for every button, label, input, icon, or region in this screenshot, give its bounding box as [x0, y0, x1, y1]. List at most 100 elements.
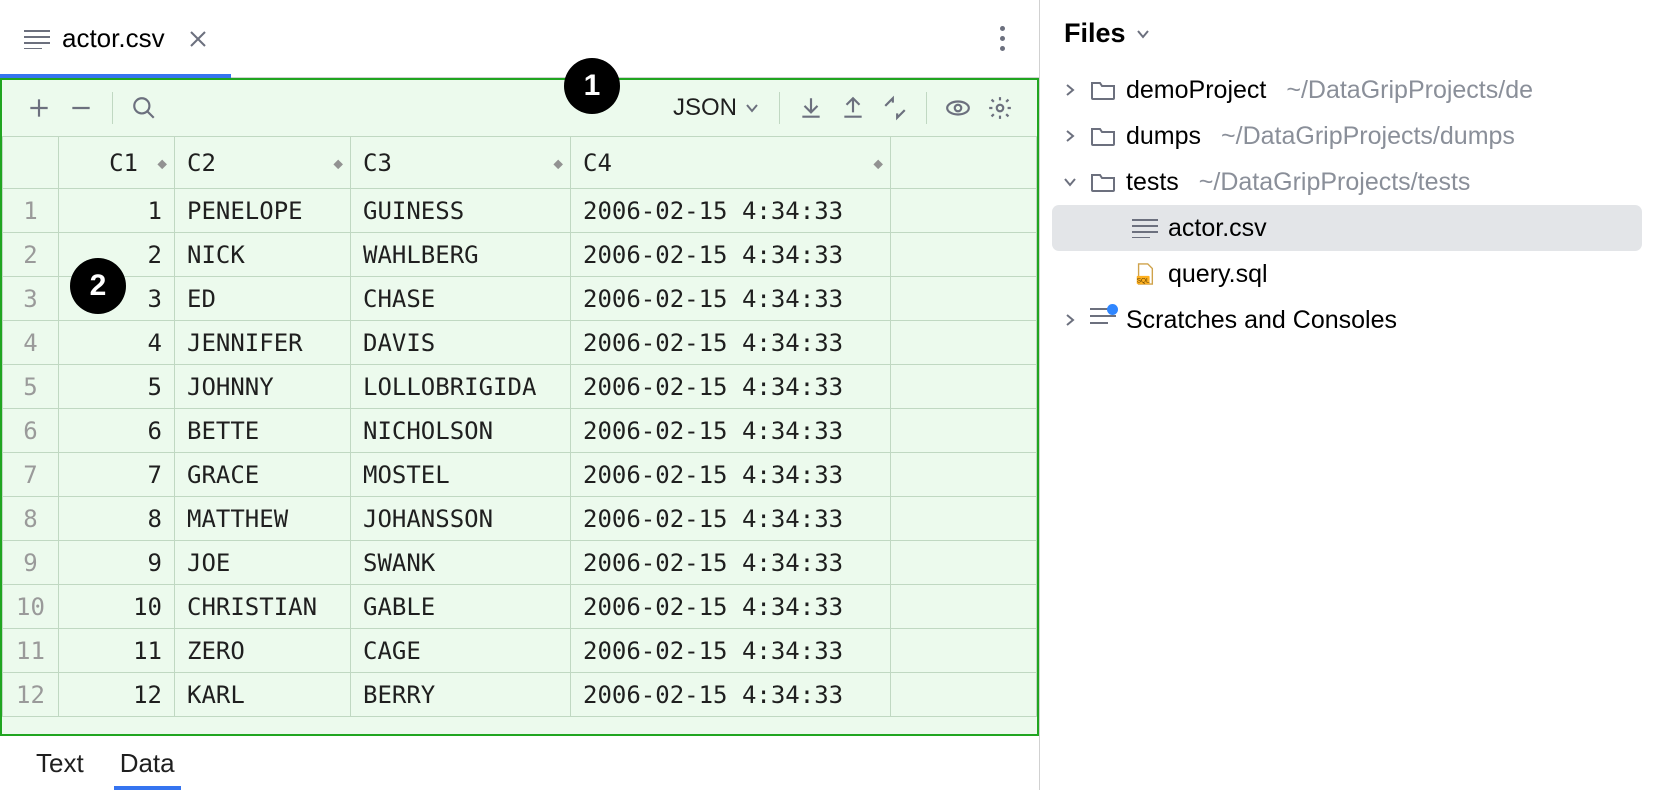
cell-c3[interactable]: LOLLOBRIGIDA [351, 365, 571, 409]
add-row-button[interactable] [20, 89, 58, 127]
export-button[interactable] [834, 89, 872, 127]
remove-row-button[interactable] [62, 89, 100, 127]
cell-c3[interactable]: WAHLBERG [351, 233, 571, 277]
table-row[interactable]: 22NICKWAHLBERG2006-02-15 4:34:33 [3, 233, 1037, 277]
bottom-tab-text[interactable]: Text [36, 736, 84, 790]
expand-arrow[interactable] [1060, 313, 1080, 327]
table-row[interactable]: 55JOHNNYLOLLOBRIGIDA2006-02-15 4:34:33 [3, 365, 1037, 409]
table-row[interactable]: 1212KARLBERRY2006-02-15 4:34:33 [3, 673, 1037, 717]
table-row[interactable]: 44JENNIFERDAVIS2006-02-15 4:34:33 [3, 321, 1037, 365]
cell-c1[interactable]: 6 [59, 409, 175, 453]
gutter-cell[interactable]: 7 [3, 453, 59, 497]
cell-c3[interactable]: BERRY [351, 673, 571, 717]
transpose-button[interactable] [876, 89, 914, 127]
cell-c1[interactable]: 5 [59, 365, 175, 409]
cell-c3[interactable]: GABLE [351, 585, 571, 629]
bottom-tab-data[interactable]: Data [120, 736, 175, 790]
cell-c1[interactable]: 1 [59, 189, 175, 233]
cell-c3[interactable]: MOSTEL [351, 453, 571, 497]
search-button[interactable] [125, 89, 163, 127]
gutter-cell[interactable]: 4 [3, 321, 59, 365]
cell-c4[interactable]: 2006-02-15 4:34:33 [571, 365, 891, 409]
cell-c4[interactable]: 2006-02-15 4:34:33 [571, 277, 891, 321]
table-row[interactable]: 1010CHRISTIANGABLE2006-02-15 4:34:33 [3, 585, 1037, 629]
gutter-cell[interactable]: 8 [3, 497, 59, 541]
cell-c3[interactable]: DAVIS [351, 321, 571, 365]
cell-c2[interactable]: GRACE [175, 453, 351, 497]
tree-item-demoproject[interactable]: demoProject~/DataGripProjects/de [1052, 67, 1642, 113]
cell-c2[interactable]: PENELOPE [175, 189, 351, 233]
gutter-cell[interactable]: 5 [3, 365, 59, 409]
cell-c1[interactable]: 10 [59, 585, 175, 629]
cell-c4[interactable]: 2006-02-15 4:34:33 [571, 497, 891, 541]
cell-c2[interactable]: KARL [175, 673, 351, 717]
gutter-cell[interactable]: 1 [3, 189, 59, 233]
cell-c3[interactable]: SWANK [351, 541, 571, 585]
tree-item-actor-csv[interactable]: actor.csv [1052, 205, 1642, 251]
cell-c4[interactable]: 2006-02-15 4:34:33 [571, 673, 891, 717]
expand-arrow[interactable] [1060, 129, 1080, 143]
view-button[interactable] [939, 89, 977, 127]
output-format-selector[interactable]: JSON [665, 94, 767, 122]
tree-item-query-sql[interactable]: SQLquery.sql [1052, 251, 1642, 297]
column-header-c4[interactable]: C4◆ [571, 137, 891, 189]
files-panel-header[interactable]: Files [1040, 18, 1654, 63]
cell-c2[interactable]: JOHNNY [175, 365, 351, 409]
table-row[interactable]: 99JOESWANK2006-02-15 4:34:33 [3, 541, 1037, 585]
table-row[interactable]: 33EDCHASE2006-02-15 4:34:33 [3, 277, 1037, 321]
cell-c4[interactable]: 2006-02-15 4:34:33 [571, 321, 891, 365]
table-row[interactable]: 11PENELOPEGUINESS2006-02-15 4:34:33 [3, 189, 1037, 233]
cell-c3[interactable]: JOHANSSON [351, 497, 571, 541]
gutter-cell[interactable]: 2 [3, 233, 59, 277]
cell-c4[interactable]: 2006-02-15 4:34:33 [571, 541, 891, 585]
cell-c3[interactable]: GUINESS [351, 189, 571, 233]
column-header-c2[interactable]: C2◆ [175, 137, 351, 189]
cell-c2[interactable]: JENNIFER [175, 321, 351, 365]
cell-c1[interactable]: 8 [59, 497, 175, 541]
cell-c2[interactable]: ZERO [175, 629, 351, 673]
cell-c3[interactable]: CHASE [351, 277, 571, 321]
gutter-cell[interactable]: 12 [3, 673, 59, 717]
cell-c2[interactable]: MATTHEW [175, 497, 351, 541]
gutter-header[interactable] [3, 137, 59, 189]
cell-c2[interactable]: JOE [175, 541, 351, 585]
cell-c2[interactable]: BETTE [175, 409, 351, 453]
gutter-cell[interactable]: 9 [3, 541, 59, 585]
table-row[interactable]: 1111ZEROCAGE2006-02-15 4:34:33 [3, 629, 1037, 673]
tree-item-dumps[interactable]: dumps~/DataGripProjects/dumps [1052, 113, 1642, 159]
cell-c4[interactable]: 2006-02-15 4:34:33 [571, 233, 891, 277]
table-row[interactable]: 88MATTHEWJOHANSSON2006-02-15 4:34:33 [3, 497, 1037, 541]
expand-arrow[interactable] [1060, 83, 1080, 97]
cell-c3[interactable]: CAGE [351, 629, 571, 673]
cell-c1[interactable]: 7 [59, 453, 175, 497]
cell-c1[interactable]: 4 [59, 321, 175, 365]
cell-c4[interactable]: 2006-02-15 4:34:33 [571, 189, 891, 233]
column-header-c1[interactable]: C1◆ [59, 137, 175, 189]
tabs-more-button[interactable] [983, 20, 1021, 58]
cell-c4[interactable]: 2006-02-15 4:34:33 [571, 629, 891, 673]
cell-c3[interactable]: NICHOLSON [351, 409, 571, 453]
cell-c2[interactable]: CHRISTIAN [175, 585, 351, 629]
cell-c4[interactable]: 2006-02-15 4:34:33 [571, 409, 891, 453]
cell-c2[interactable]: NICK [175, 233, 351, 277]
column-header-c3[interactable]: C3◆ [351, 137, 571, 189]
close-icon[interactable] [189, 30, 207, 48]
import-button[interactable] [792, 89, 830, 127]
gutter-cell[interactable]: 11 [3, 629, 59, 673]
gutter-cell[interactable]: 3 [3, 277, 59, 321]
tree-item-scratches-and-consoles[interactable]: Scratches and Consoles [1052, 297, 1642, 343]
cell-c1[interactable]: 9 [59, 541, 175, 585]
tree-item-tests[interactable]: tests~/DataGripProjects/tests [1052, 159, 1642, 205]
gutter-cell[interactable]: 6 [3, 409, 59, 453]
table-row[interactable]: 66BETTENICHOLSON2006-02-15 4:34:33 [3, 409, 1037, 453]
cell-c2[interactable]: ED [175, 277, 351, 321]
cell-c4[interactable]: 2006-02-15 4:34:33 [571, 585, 891, 629]
cell-c1[interactable]: 11 [59, 629, 175, 673]
gutter-cell[interactable]: 10 [3, 585, 59, 629]
expand-arrow[interactable] [1060, 175, 1080, 189]
table-row[interactable]: 77GRACEMOSTEL2006-02-15 4:34:33 [3, 453, 1037, 497]
cell-c1[interactable]: 12 [59, 673, 175, 717]
cell-c4[interactable]: 2006-02-15 4:34:33 [571, 453, 891, 497]
tab-actor-csv[interactable]: actor.csv [0, 0, 231, 77]
settings-button[interactable] [981, 89, 1019, 127]
